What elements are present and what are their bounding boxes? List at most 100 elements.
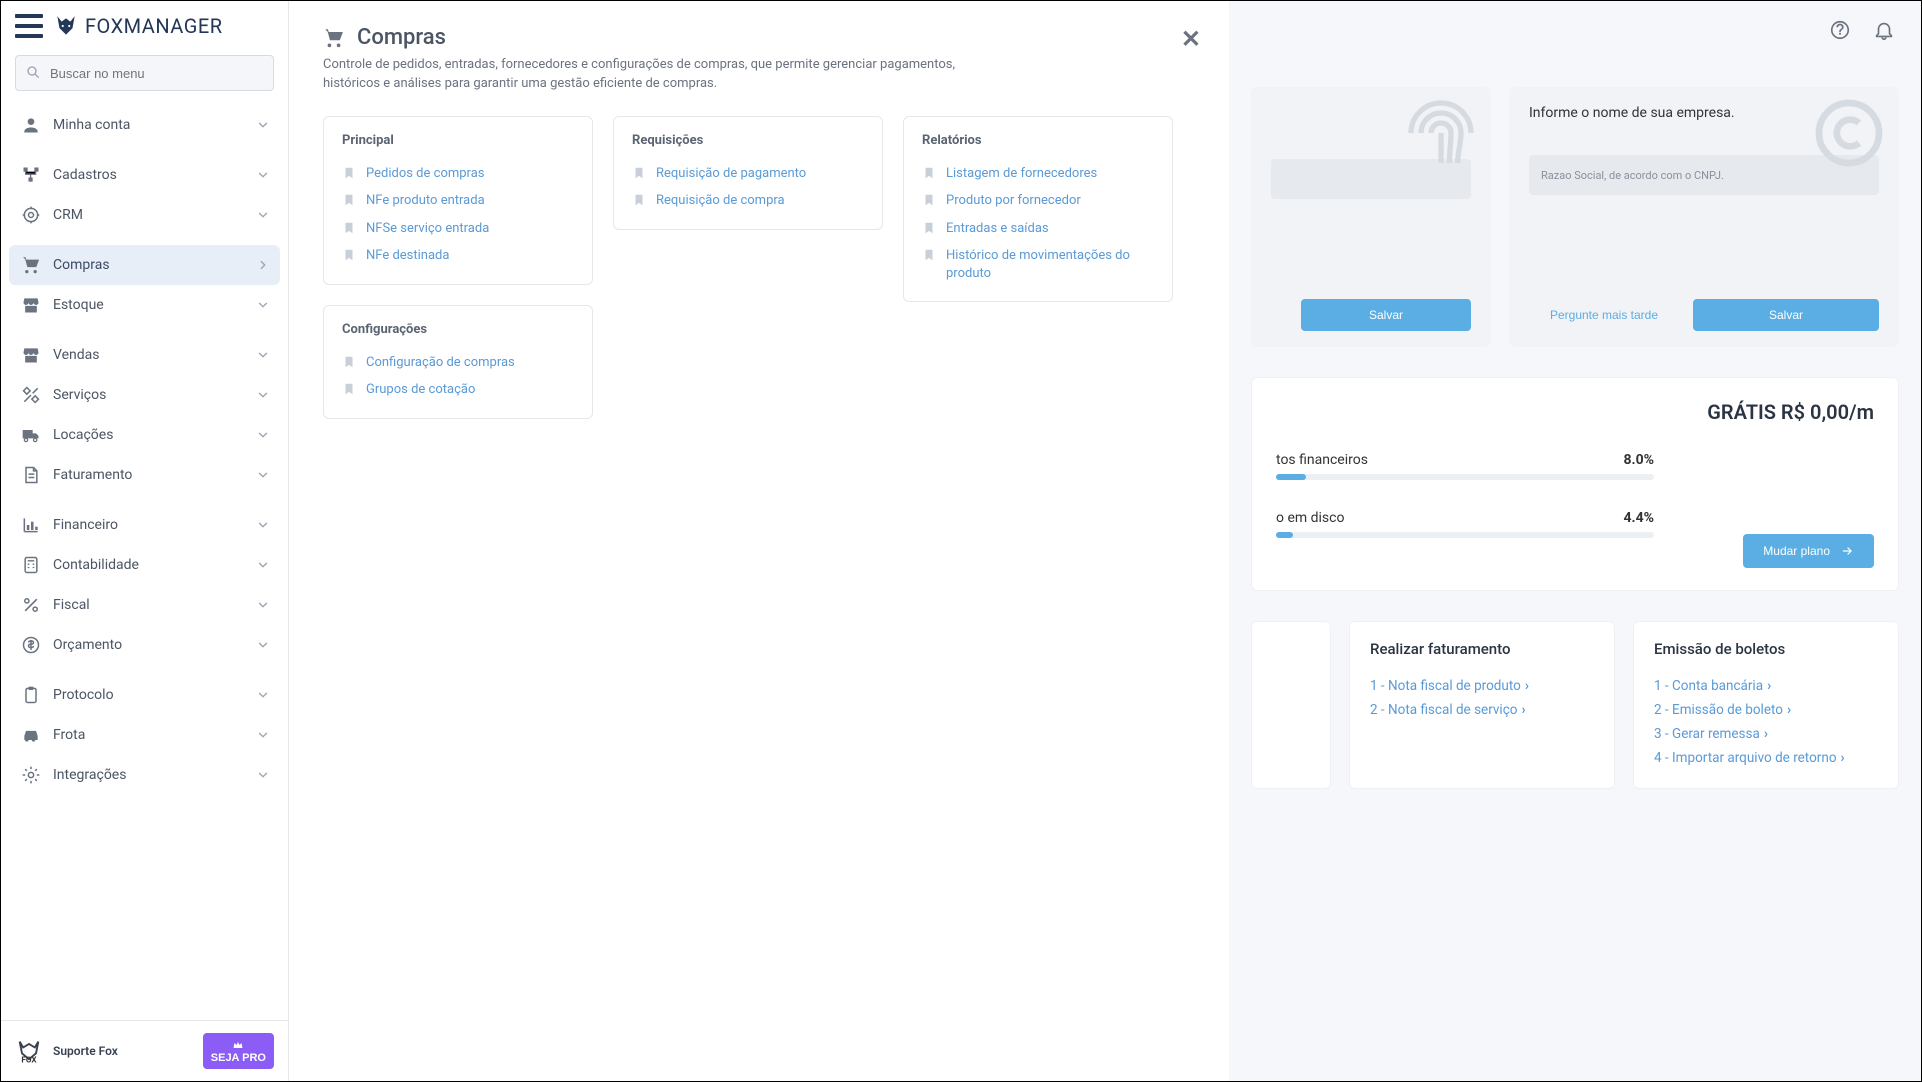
save-button[interactable]: Salvar: [1693, 299, 1879, 331]
bookmark-icon: [922, 193, 936, 207]
nav-orcamento[interactable]: Orçamento: [9, 625, 280, 665]
sidebar: FOXMANAGER Minha conta Cadastros CRM Com…: [1, 1, 289, 1081]
sidebar-footer: FOX Suporte Fox SEJA PRO: [1, 1020, 288, 1081]
change-plan-button[interactable]: Mudar plano: [1743, 534, 1874, 568]
brand-logo[interactable]: FOXMANAGER: [53, 13, 223, 39]
later-button[interactable]: Pergunte mais tarde: [1529, 299, 1679, 331]
link-historico-movimentacoes[interactable]: Histórico de movimentações do produto: [922, 242, 1154, 287]
chart-icon: [21, 515, 41, 535]
bookmark-icon: [922, 166, 936, 180]
nav-frota[interactable]: Frota: [9, 715, 280, 755]
link-label: NFSe serviço entrada: [366, 220, 489, 238]
card-title: Requisições: [632, 133, 864, 148]
change-plan-label: Mudar plano: [1763, 544, 1830, 558]
nav-contabilidade[interactable]: Contabilidade: [9, 545, 280, 585]
menu-search-input[interactable]: [15, 55, 274, 91]
metric-value: 4.4%: [1624, 510, 1654, 526]
chevron-down-icon: [256, 168, 270, 182]
nav-label: Faturamento: [53, 467, 132, 483]
nav-locacoes[interactable]: Locações: [9, 415, 280, 455]
wizard-step[interactable]: 4 - Importar arquivo de retorno: [1654, 746, 1878, 770]
chevron-down-icon: [256, 468, 270, 482]
bookmark-icon: [922, 248, 936, 262]
link-label: Histórico de movimentações do produto: [946, 247, 1154, 282]
clipboard-icon: [21, 685, 41, 705]
link-produto-fornecedor[interactable]: Produto por fornecedor: [922, 187, 1154, 215]
content: Salvar Informe o nome de sua empresa. Ra…: [289, 1, 1921, 1081]
tools-icon: [21, 385, 41, 405]
hamburger-button[interactable]: [15, 14, 43, 38]
nav-faturamento[interactable]: Faturamento: [9, 455, 280, 495]
link-config-compras[interactable]: Configuração de compras: [342, 349, 574, 377]
nav-financeiro[interactable]: Financeiro: [9, 505, 280, 545]
wizard-step[interactable]: 2 - Emissão de boleto: [1654, 698, 1878, 722]
nav-cadastros[interactable]: Cadastros: [9, 155, 280, 195]
link-listagem-fornecedores[interactable]: Listagem de fornecedores: [922, 160, 1154, 188]
nav-label: Protocolo: [53, 687, 114, 703]
nav-label: Fiscal: [53, 597, 90, 613]
link-grupos-cotacao[interactable]: Grupos de cotação: [342, 376, 574, 404]
bookmark-icon: [342, 166, 356, 180]
wizard-boletos: Emissão de boletos 1 - Conta bancária 2 …: [1633, 621, 1899, 789]
chevron-right-icon: [256, 258, 270, 272]
nav-compras[interactable]: Compras: [9, 245, 280, 285]
wizard-step[interactable]: 1 - Nota fiscal de produto: [1370, 674, 1594, 698]
link-nfe-destinada[interactable]: NFe destinada: [342, 242, 574, 270]
link-label: Configuração de compras: [366, 354, 515, 372]
close-button[interactable]: ✕: [1181, 25, 1201, 54]
fox-icon: FOX: [15, 1037, 43, 1065]
wizard-step[interactable]: 2 - Nota fiscal de serviço: [1370, 698, 1594, 722]
card-title: Relatórios: [922, 133, 1154, 148]
chevron-down-icon: [256, 688, 270, 702]
nav-label: Orçamento: [53, 637, 122, 653]
bookmark-icon: [342, 193, 356, 207]
chevron-down-icon: [256, 518, 270, 532]
seja-pro-button[interactable]: SEJA PRO: [203, 1033, 274, 1069]
support-link[interactable]: FOX Suporte Fox: [15, 1037, 118, 1065]
nav-fiscal[interactable]: Fiscal: [9, 585, 280, 625]
wizard-step[interactable]: 3 - Gerar remessa: [1654, 722, 1878, 746]
chevron-down-icon: [256, 598, 270, 612]
store-icon: [21, 345, 41, 365]
nav-label: Estoque: [53, 297, 104, 313]
plan-price: GRÁTIS R$ 0,00/m: [1707, 400, 1874, 424]
nav-protocolo[interactable]: Protocolo: [9, 675, 280, 715]
save-button[interactable]: Salvar: [1301, 299, 1471, 331]
nav-estoque[interactable]: Estoque: [9, 285, 280, 325]
bookmark-icon: [632, 166, 646, 180]
card-principal: Principal Pedidos de compras NFe produto…: [323, 116, 593, 285]
chevron-down-icon: [256, 728, 270, 742]
link-label: Requisição de pagamento: [656, 165, 806, 183]
menu-search: [15, 55, 274, 91]
nav-minha-conta[interactable]: Minha conta: [9, 105, 280, 145]
bookmark-icon: [342, 382, 356, 396]
card-requisicoes: Requisições Requisição de pagamento Requ…: [613, 116, 883, 230]
link-req-compra[interactable]: Requisição de compra: [632, 187, 864, 215]
plan-card: GRÁTIS R$ 0,00/m tos financeiros8.0% o e…: [1251, 377, 1899, 591]
nav-label: Frota: [53, 727, 85, 743]
link-req-pagamento[interactable]: Requisição de pagamento: [632, 160, 864, 188]
progress-bar: [1276, 474, 1654, 480]
wizard-step[interactable]: 1 - Conta bancária: [1654, 674, 1878, 698]
target-icon: [21, 205, 41, 225]
nodes-icon: [21, 165, 41, 185]
wizard-card-left: [1251, 621, 1331, 789]
flyout-title: Compras: [357, 25, 446, 50]
nav-servicos[interactable]: Serviços: [9, 375, 280, 415]
link-nfe-produto[interactable]: NFe produto entrada: [342, 187, 574, 215]
card-title: Configurações: [342, 322, 574, 337]
nav-crm[interactable]: CRM: [9, 195, 280, 235]
compras-flyout: Compras Controle de pedidos, entradas, f…: [289, 1, 1229, 1081]
link-nfse-servico[interactable]: NFSe serviço entrada: [342, 215, 574, 243]
link-pedidos-compras[interactable]: Pedidos de compras: [342, 160, 574, 188]
chevron-down-icon: [256, 768, 270, 782]
chevron-down-icon: [256, 428, 270, 442]
link-entradas-saidas[interactable]: Entradas e saídas: [922, 215, 1154, 243]
progress-bar: [1276, 532, 1654, 538]
search-icon: [25, 64, 41, 80]
doc-icon: [21, 465, 41, 485]
nav-vendas[interactable]: Vendas: [9, 335, 280, 375]
metric-label: tos financeiros: [1276, 452, 1368, 468]
nav-integracoes[interactable]: Integrações: [9, 755, 280, 795]
nav-list: Minha conta Cadastros CRM Compras Estoqu…: [1, 101, 288, 1020]
